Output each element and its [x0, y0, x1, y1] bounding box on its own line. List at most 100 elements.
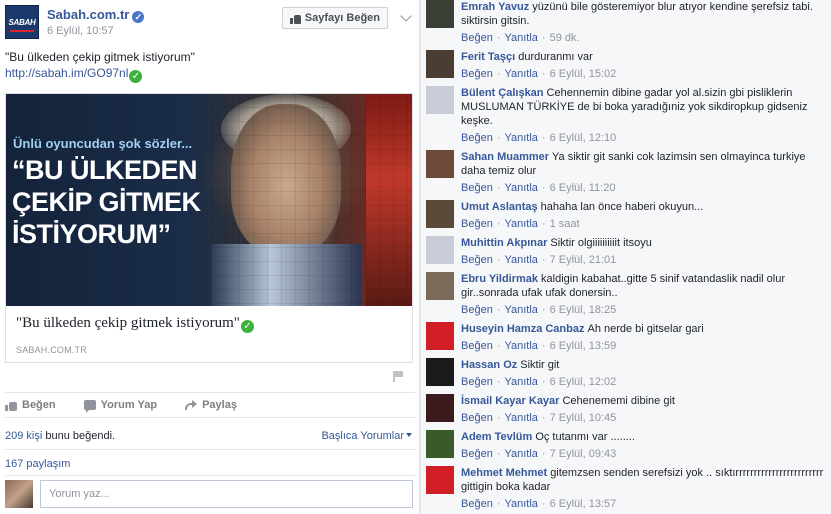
- post-link[interactable]: http://sabah.im/GO97nl: [5, 66, 128, 80]
- comment-body: Bülent Çalışkan Cehennemin dibine gadar y…: [461, 86, 826, 145]
- commenter-avatar[interactable]: [426, 150, 454, 178]
- comment-time[interactable]: 6 Eylül, 15:02: [550, 68, 617, 80]
- comment-time[interactable]: 6 Eylül, 13:57: [550, 498, 617, 510]
- like-button[interactable]: Beğen: [5, 399, 56, 411]
- commenter-avatar[interactable]: [426, 430, 454, 458]
- comment-time[interactable]: 6 Eylül, 11:20: [550, 182, 616, 194]
- separator-dot: ·: [541, 182, 546, 194]
- comment-reply-link[interactable]: Yanıtla: [504, 182, 537, 194]
- post-timestamp[interactable]: 6 Eylül, 10:57: [47, 25, 114, 37]
- card-title[interactable]: "Bu ülkeden çekip gitmek istiyorum": [16, 315, 240, 331]
- link-preview-card[interactable]: Ünlü oyuncudan şok sözler... “BU ÜLKEDEN…: [5, 93, 413, 363]
- comment-time[interactable]: 7 Eylül, 10:45: [550, 412, 617, 424]
- page-name-link[interactable]: Sabah.com.tr ✓: [47, 7, 145, 23]
- commenter-name[interactable]: Huseyin Hamza Canbaz: [461, 323, 584, 335]
- comment-like-link[interactable]: Beğen: [461, 340, 493, 352]
- comment-like-link[interactable]: Beğen: [461, 412, 493, 424]
- comment-reply-link[interactable]: Yanıtla: [504, 254, 537, 266]
- comment-time[interactable]: 6 Eylül, 12:02: [550, 376, 617, 388]
- comment-meta: Beğen · Yanıtla · 6 Eylül, 13:59: [461, 339, 826, 353]
- comment-body: İsmail Kayar Kayar Cehenememi dibine git B…: [461, 394, 826, 425]
- separator-dot: ·: [496, 254, 501, 266]
- comment-like-link[interactable]: Beğen: [461, 182, 493, 194]
- avatar-logo-text: SABAH: [8, 17, 36, 27]
- comment-like-link[interactable]: Beğen: [461, 254, 493, 266]
- commenter-avatar[interactable]: [426, 86, 454, 114]
- comment-meta: Beğen · Yanıtla · 6 Eylül, 15:02: [461, 67, 826, 81]
- comment-button[interactable]: Yorum Yap: [83, 399, 157, 413]
- comment-reply-link[interactable]: Yanıtla: [504, 68, 537, 80]
- comment-reply-link[interactable]: Yanıtla: [504, 132, 537, 144]
- comment-reply-link[interactable]: Yanıtla: [504, 376, 537, 388]
- commenter-name[interactable]: Bülent Çalışkan: [461, 87, 544, 99]
- thumbs-up-icon: [289, 13, 301, 24]
- commenter-avatar[interactable]: [426, 236, 454, 264]
- link-preview-image[interactable]: Ünlü oyuncudan şok sözler... “BU ÜLKEDEN…: [6, 94, 412, 306]
- commenter-avatar[interactable]: [426, 358, 454, 386]
- commenter-avatar[interactable]: [426, 272, 454, 300]
- comment-like-link[interactable]: Beğen: [461, 218, 493, 230]
- comment-reply-link[interactable]: Yanıtla: [504, 304, 537, 316]
- comment-text: Siktir olgiiiiiiiiiit itsoyu: [550, 237, 652, 249]
- comment-text: hahaha lan önce haberi okuyun...: [540, 201, 704, 213]
- comment-meta: Beğen · Yanıtla · 59 dk.: [461, 31, 826, 45]
- comment-reply-link[interactable]: Yanıtla: [504, 218, 537, 230]
- comment-sort-dropdown[interactable]: Başlıca Yorumlar: [321, 430, 412, 442]
- comment-time[interactable]: 6 Eylül, 18:25: [550, 304, 617, 316]
- comment-reply-link[interactable]: Yanıtla: [504, 448, 537, 460]
- comment-like-link[interactable]: Beğen: [461, 376, 493, 388]
- page-name[interactable]: Sabah.com.tr: [47, 7, 129, 22]
- commenter-avatar[interactable]: [426, 0, 454, 28]
- commenter-name[interactable]: İsmail Kayar Kayar: [461, 395, 559, 407]
- commenter-name[interactable]: Emrah Yavuz: [461, 1, 529, 13]
- comment-like-link[interactable]: Beğen: [461, 68, 493, 80]
- commenter-name[interactable]: Ebru Yildirmak: [461, 273, 538, 285]
- comment-time[interactable]: 59 dk.: [550, 32, 580, 44]
- commenter-name[interactable]: Ferit Taşçı: [461, 51, 515, 63]
- comment-text: Oç tutanmı var ........: [535, 431, 635, 443]
- comment-reply-link[interactable]: Yanıtla: [504, 340, 537, 352]
- comment-like-link[interactable]: Beğen: [461, 304, 493, 316]
- commenter-name[interactable]: Adem Tevlüm: [461, 431, 532, 443]
- commenter-avatar[interactable]: [426, 50, 454, 78]
- commenter-name[interactable]: Sahan Muammer: [461, 151, 549, 163]
- commenter-name[interactable]: Muhittin Akpınar: [461, 237, 547, 249]
- share-button[interactable]: Paylaş: [185, 399, 237, 411]
- comment-time[interactable]: 6 Eylül, 12:10: [550, 132, 617, 144]
- commenter-name[interactable]: Umut Aslantaş: [461, 201, 538, 213]
- like-page-button[interactable]: Sayfayı Beğen: [281, 7, 388, 29]
- comment-body: Umut Aslantaş hahaha lan önce haberi okuy…: [461, 200, 826, 231]
- comment-input[interactable]: [40, 480, 413, 508]
- comment-like-link[interactable]: Beğen: [461, 498, 493, 510]
- pixelation-overlay: [211, 94, 412, 306]
- comment-reply-link[interactable]: Yanıtla: [504, 412, 537, 424]
- comment-reply-link[interactable]: Yanıtla: [504, 32, 537, 44]
- headline-line: “BU ÜLKEDEN: [12, 155, 198, 185]
- commenter-avatar[interactable]: [426, 466, 454, 494]
- comment-like-link[interactable]: Beğen: [461, 132, 493, 144]
- page-avatar[interactable]: SABAH: [5, 5, 39, 39]
- separator-dot: ·: [541, 254, 546, 266]
- comment-time[interactable]: 6 Eylül, 13:59: [550, 340, 617, 352]
- likes-count-link[interactable]: 209 kişi: [5, 430, 42, 442]
- comment-meta: Beğen · Yanıtla · 7 Eylül, 09:43: [461, 447, 826, 461]
- comment-time[interactable]: 1 saat: [550, 218, 580, 230]
- commenter-avatar[interactable]: [426, 200, 454, 228]
- commenter-avatar[interactable]: [426, 394, 454, 422]
- shares-count-link[interactable]: 167 paylaşım: [5, 458, 70, 470]
- comment-text: Cehenememi dibine git: [562, 395, 675, 407]
- comment-body: Muhittin Akpınar Siktir olgiiiiiiiiiit it…: [461, 236, 826, 267]
- commenter-avatar[interactable]: [426, 322, 454, 350]
- comment-time[interactable]: 7 Eylül, 09:43: [550, 448, 617, 460]
- commenter-name[interactable]: Mehmet Mehmet: [461, 467, 547, 479]
- flag-icon[interactable]: [393, 371, 403, 382]
- separator-dot: ·: [496, 340, 501, 352]
- comment-reply-link[interactable]: Yanıtla: [504, 498, 537, 510]
- commenter-name[interactable]: Hassan Oz: [461, 359, 517, 371]
- comment-meta: Beğen · Yanıtla · 1 saat: [461, 217, 826, 231]
- card-title-row[interactable]: "Bu ülkeden çekip gitmek istiyorum" ✓: [16, 315, 254, 333]
- comment-like-link[interactable]: Beğen: [461, 32, 493, 44]
- comment-like-link[interactable]: Beğen: [461, 448, 493, 460]
- chevron-down-icon[interactable]: [400, 10, 412, 22]
- comment-time[interactable]: 7 Eylül, 21:01: [550, 254, 617, 266]
